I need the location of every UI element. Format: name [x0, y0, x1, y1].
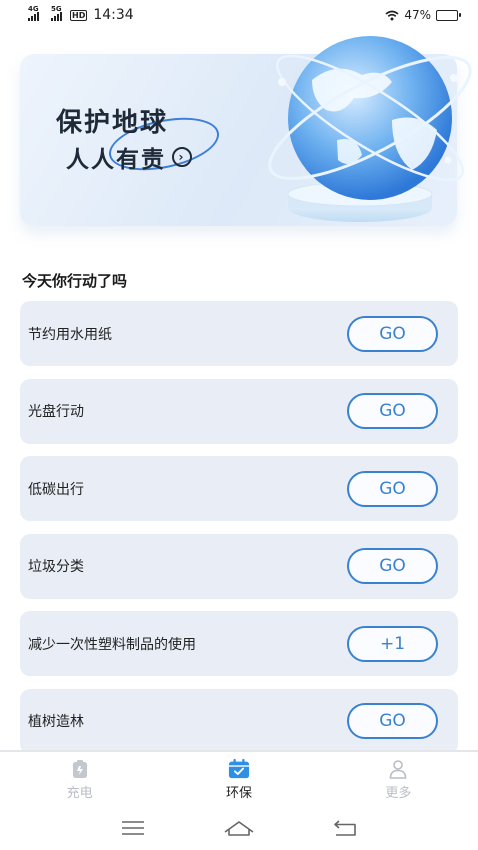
banner-title: 保护地球 [56, 108, 169, 138]
plus-one-button[interactable]: +1 [347, 625, 438, 662]
list-item: 节约用水用纸 GO [20, 301, 458, 366]
list-item: 低碳出行 GO [20, 456, 458, 521]
cell-signal-icon: 4G [28, 5, 39, 21]
list-item: 减少一次性塑料制品的使用 +1 [20, 611, 458, 676]
status-left: 4G 5G HD 14:34 [28, 5, 134, 23]
battery-icon [436, 9, 461, 21]
tab-eco-label: 环保 [225, 785, 252, 801]
tab-more[interactable]: 更多 [319, 752, 478, 806]
chevron-right-circle-icon[interactable]: › [172, 147, 192, 167]
globe-illustration-icon [268, 36, 472, 222]
list-item: 垃圾分类 GO [20, 533, 458, 599]
network-type-label-2: 5G [51, 5, 62, 13]
clock: 14:34 [93, 7, 134, 23]
task-label: 低碳出行 [28, 481, 84, 498]
tab-eco[interactable]: 环保 [159, 752, 318, 806]
task-label: 垃圾分类 [28, 559, 84, 575]
tab-more-label: 更多 [385, 785, 412, 801]
home-icon[interactable] [219, 813, 259, 843]
system-nav-bar [0, 806, 478, 850]
go-button[interactable]: GO [347, 470, 438, 507]
task-label: 减少一次性塑料制品的使用 [28, 636, 196, 653]
task-label: 节约用水用纸 [28, 326, 112, 343]
back-icon[interactable] [325, 813, 365, 843]
section-title: 今天你行动了吗 [22, 272, 128, 290]
menu-icon[interactable] [113, 813, 153, 843]
banner-subtitle: 人人有责 [66, 147, 166, 173]
cell-signal-icon-2: 5G [51, 5, 62, 21]
user-icon [387, 758, 409, 780]
go-button[interactable]: GO [347, 315, 438, 352]
promo-banner[interactable]: 保护地球 人人有责 › [20, 36, 472, 226]
calendar-check-icon [228, 758, 250, 780]
list-item: 光盘行动 GO [20, 378, 458, 444]
go-button[interactable]: GO [347, 703, 438, 739]
battery-charge-icon [69, 758, 91, 780]
task-list: 节约用水用纸 GO 光盘行动 GO 低碳出行 GO 垃圾分类 GO 减少一次性塑… [20, 301, 458, 766]
bottom-nav: 充电 环保 更多 [0, 750, 478, 806]
go-button[interactable]: GO [347, 548, 438, 584]
go-button[interactable]: GO [347, 393, 438, 429]
tab-charge[interactable]: 充电 [0, 752, 159, 806]
task-label: 植树造林 [28, 714, 84, 730]
network-type-label: 4G [28, 5, 39, 13]
hd-voice-icon: HD [70, 9, 88, 21]
banner-subtitle-row: 人人有责 › [66, 140, 192, 174]
task-label: 光盘行动 [28, 404, 84, 420]
wifi-icon [385, 10, 399, 20]
tab-charge-label: 充电 [66, 785, 93, 801]
list-item: 植树造林 GO [20, 688, 458, 754]
